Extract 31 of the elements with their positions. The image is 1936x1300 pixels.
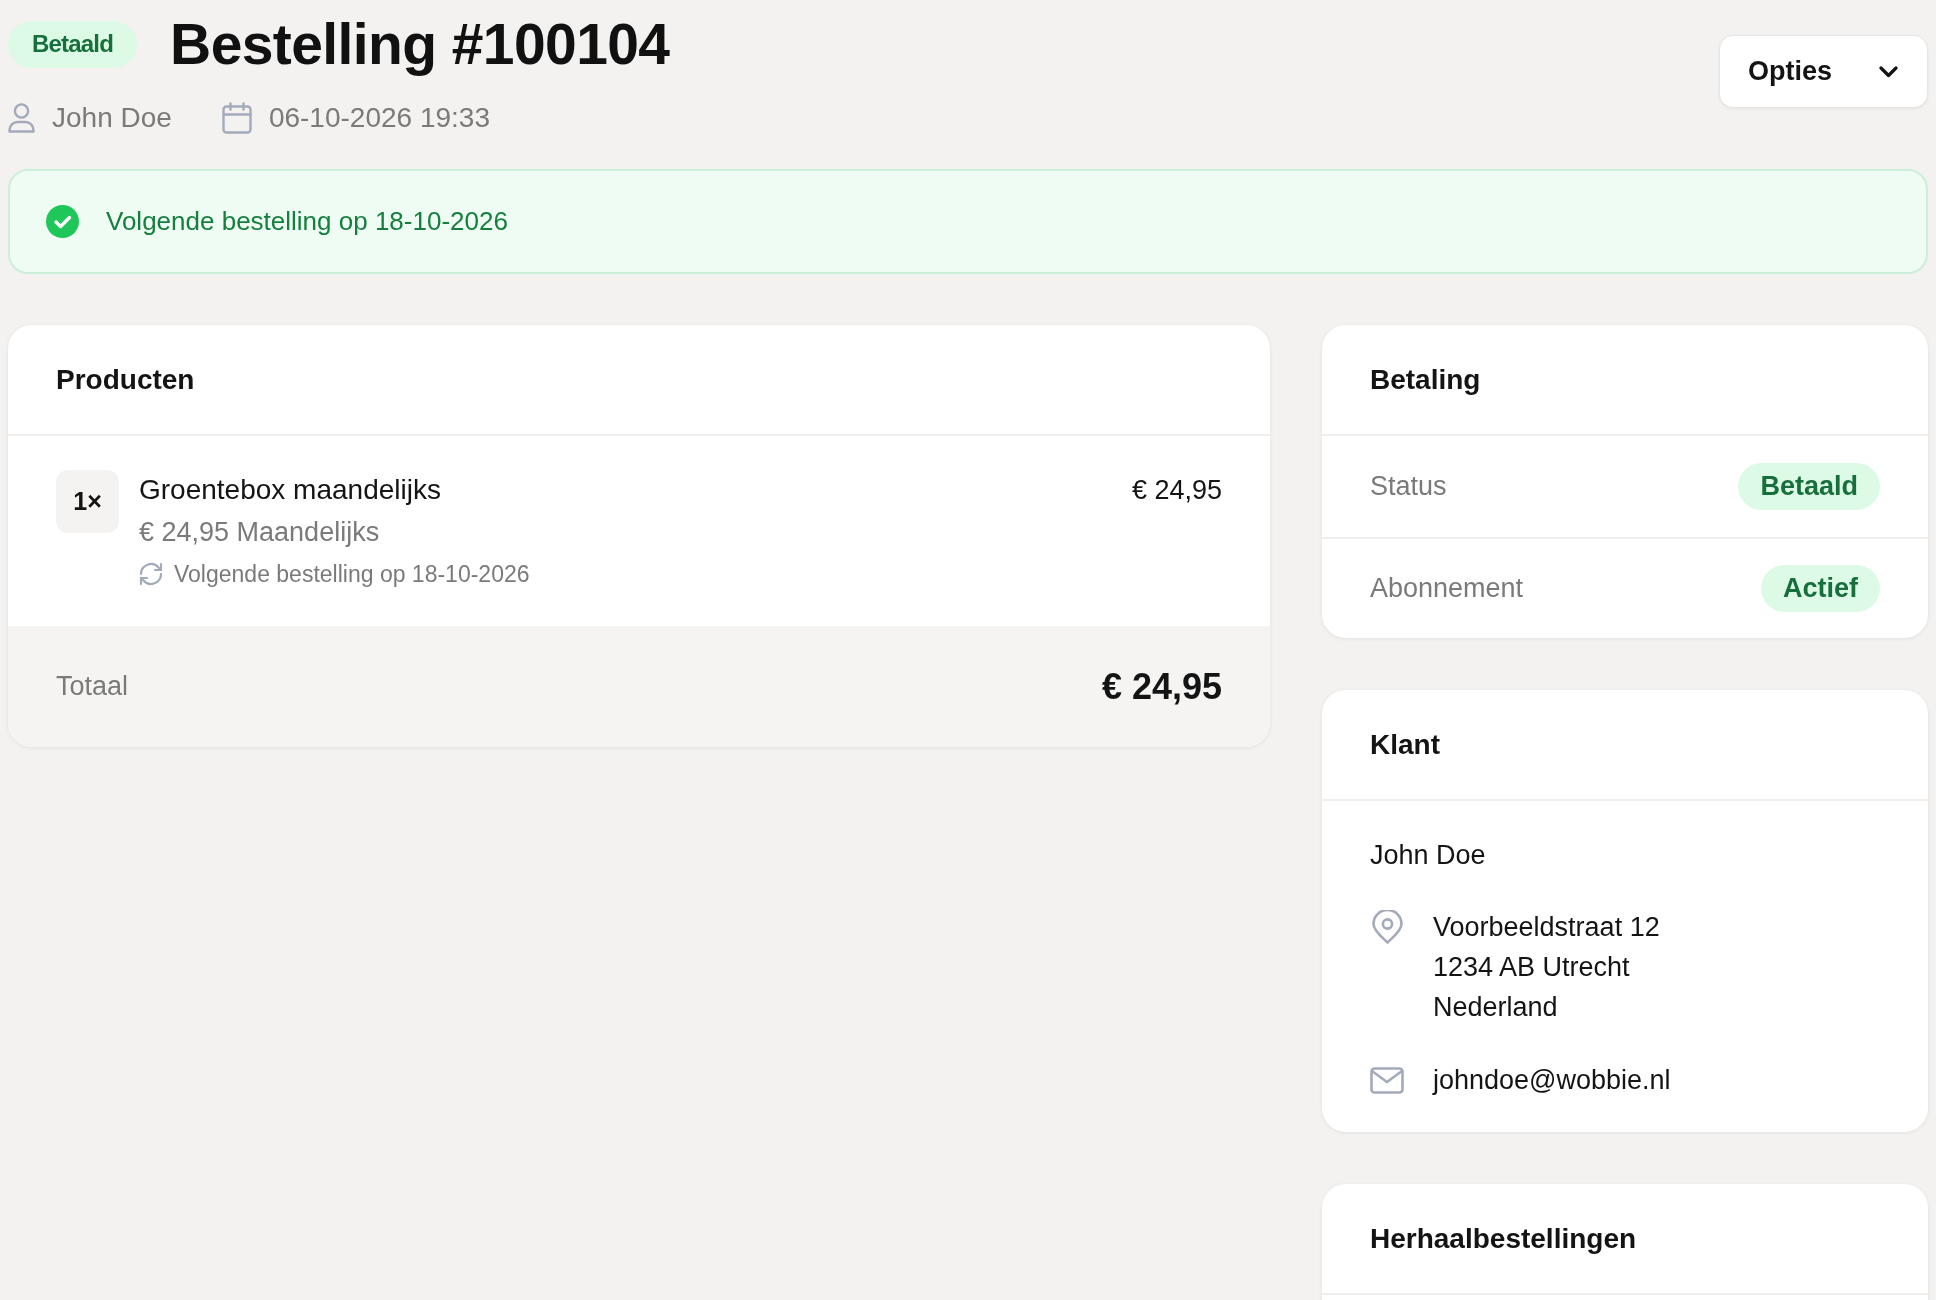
check-circle-icon — [46, 205, 79, 238]
map-pin-icon — [1371, 910, 1403, 944]
page-title: Bestelling #100104 — [170, 14, 670, 74]
quantity-badge: 1× — [56, 470, 119, 533]
product-price: € 24,95 — [1131, 474, 1222, 507]
user-icon — [8, 103, 35, 133]
address-text: Voorbeeldstraat 12 1234 AB Utrecht Nederland — [1433, 911, 1660, 1024]
options-button[interactable]: Opties — [1719, 35, 1928, 108]
mail-icon — [1370, 1066, 1404, 1094]
product-name: Groentebox maandelijks — [139, 473, 441, 507]
total-amount: € 24,95 — [1101, 665, 1222, 708]
calendar-icon — [221, 102, 252, 134]
email-text: johndoe@wobbie.nl — [1433, 1064, 1671, 1097]
status-badge: Actief — [1761, 565, 1880, 612]
info-label: Status — [1370, 471, 1447, 502]
product-price-line: € 24,95 Maandelijks — [139, 516, 380, 549]
chevron-down-icon — [1879, 65, 1898, 78]
next-order-text: Volgende bestelling op 18-10-2026 — [174, 560, 530, 588]
card-title: Klant — [1322, 690, 1928, 801]
card-title: Producten — [8, 325, 1270, 436]
order-date: 06-10-2026 19:33 — [268, 101, 490, 135]
refresh-icon — [139, 562, 163, 586]
card-title: Betaling — [1322, 325, 1928, 436]
card-title: Herhaalbestellingen — [1322, 1184, 1928, 1295]
total-label: Totaal — [56, 671, 129, 702]
status-badge: Betaald — [8, 20, 138, 68]
status-badge: Betaald — [1738, 463, 1880, 510]
customer-name: John Doe — [1370, 839, 1486, 871]
customer-name: John Doe — [52, 101, 172, 135]
info-label: Abonnement — [1370, 573, 1524, 604]
banner-text: Volgende bestelling op 18-10-2026 — [106, 206, 508, 237]
